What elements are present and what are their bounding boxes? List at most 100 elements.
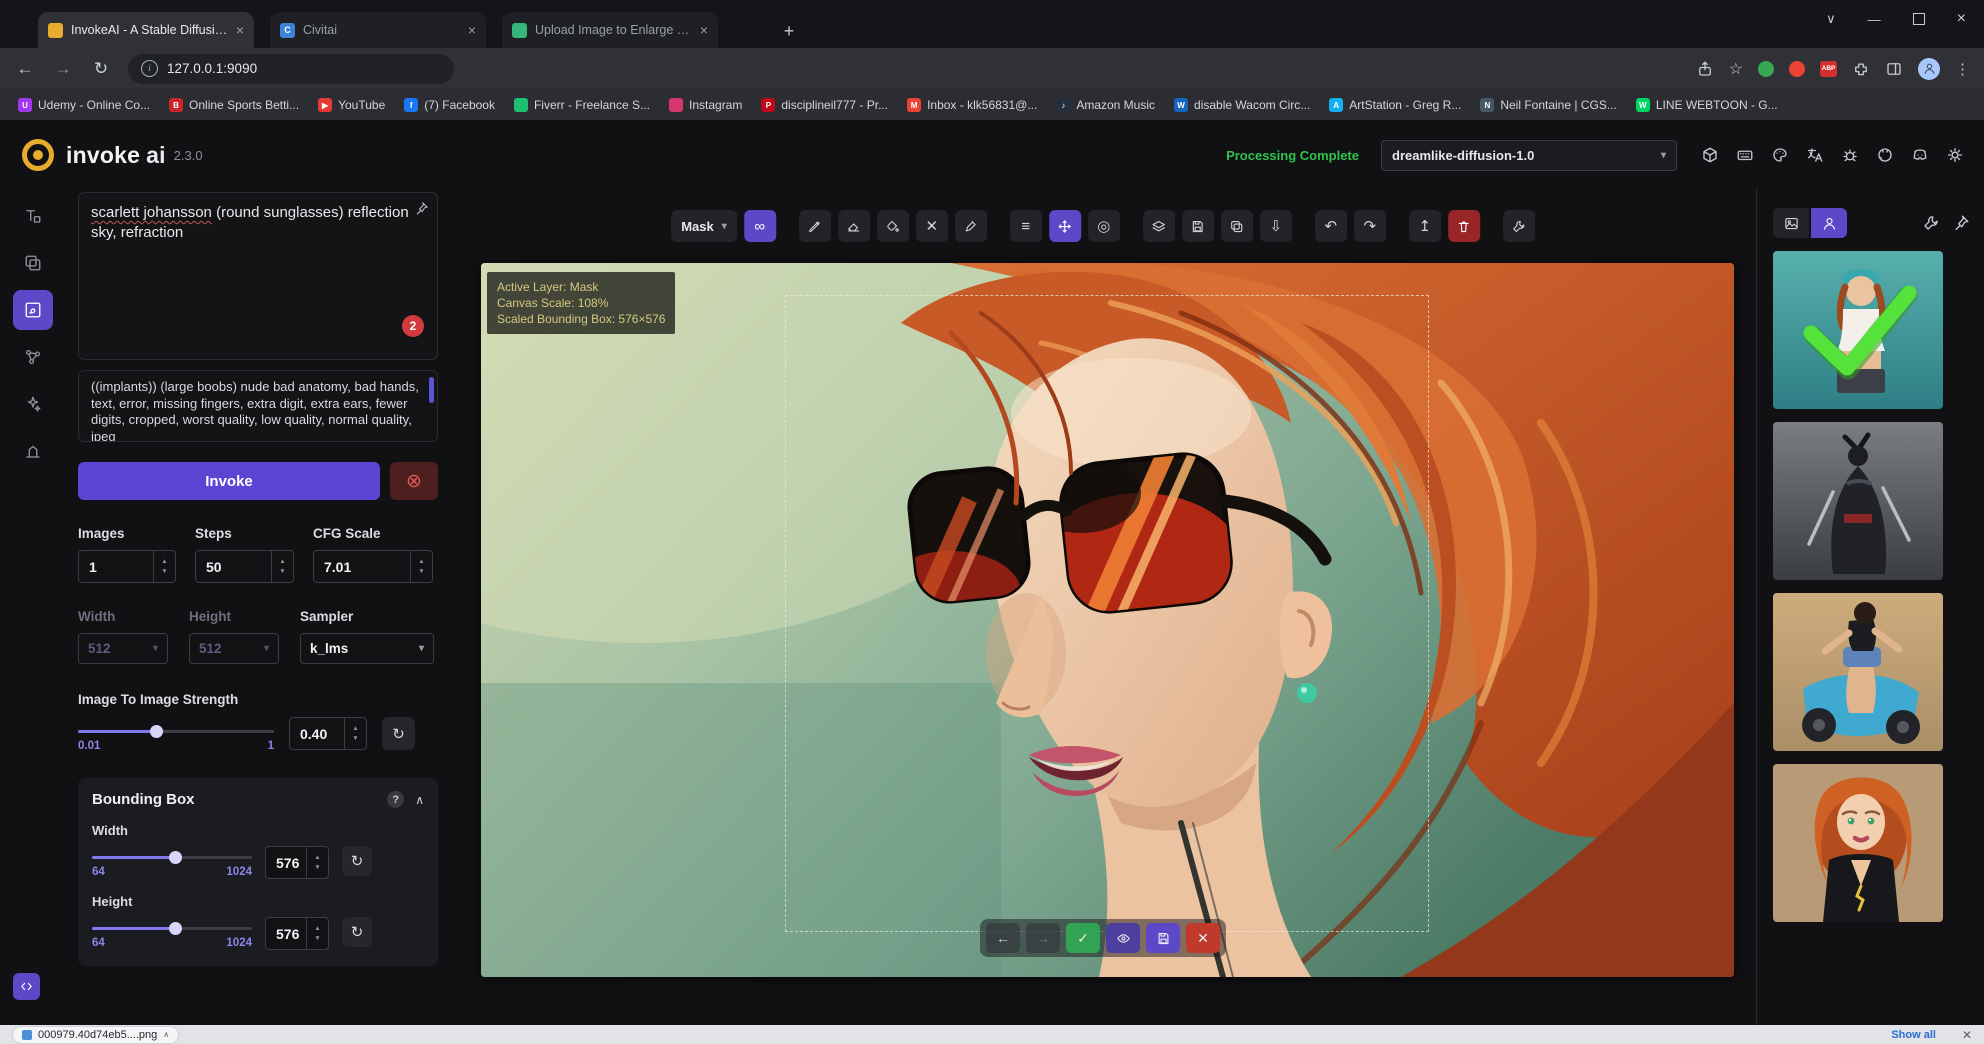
pin-gallery-icon[interactable] <box>1952 214 1970 232</box>
sampler-select[interactable]: k_lms▾ <box>300 633 434 664</box>
language-icon[interactable] <box>1806 146 1824 164</box>
height-select[interactable]: 512▾ <box>189 633 279 664</box>
bookmark-item[interactable]: f(7) Facebook <box>404 98 495 112</box>
tab-text-to-image[interactable] <box>13 196 53 236</box>
bookmark-item[interactable]: BOnline Sports Betti... <box>169 98 299 112</box>
cfg-scale-input[interactable]: 7.01 ▲▼ <box>313 550 433 583</box>
gallery-thumbnail[interactable] <box>1773 593 1943 751</box>
bounding-box-overlay[interactable] <box>785 295 1429 932</box>
strength-slider-handle[interactable] <box>150 725 163 738</box>
tab-invokeai[interactable]: InvokeAI - A Stable Diffusion Too × <box>38 12 254 48</box>
preserve-mask-button[interactable]: ∞ <box>744 210 776 242</box>
discord-icon[interactable] <box>1911 146 1929 164</box>
bookmark-item[interactable]: ♪Amazon Music <box>1056 98 1155 112</box>
show-all-downloads-button[interactable]: Show all <box>1891 1029 1936 1041</box>
back-icon[interactable]: ← <box>14 59 36 79</box>
bookmark-item[interactable]: Instagram <box>669 98 742 112</box>
extension-red-icon[interactable] <box>1789 61 1805 77</box>
bbox-height-reset-button[interactable]: ↻ <box>342 917 372 947</box>
discard-image-button[interactable]: ✕ <box>1186 923 1220 953</box>
upload-image-button[interactable]: ↥ <box>1409 210 1441 242</box>
window-close-icon[interactable]: × <box>1957 10 1966 28</box>
bbox-width-slider[interactable]: 641024 <box>92 846 252 878</box>
gallery-thumbnail-selected[interactable] <box>1773 251 1943 409</box>
bbox-height-slider[interactable]: 641024 <box>92 917 252 949</box>
redo-button[interactable]: ↷ <box>1354 210 1386 242</box>
gallery-user-toggle[interactable] <box>1811 208 1847 238</box>
clear-mask-button[interactable]: ✕ <box>916 210 948 242</box>
tab-nodes[interactable] <box>13 337 53 377</box>
extension-abp-icon[interactable]: ABP <box>1820 61 1837 77</box>
tab-close-icon[interactable]: × <box>700 22 708 38</box>
toggle-console-button[interactable] <box>13 973 40 1000</box>
forward-icon[interactable]: → <box>52 59 74 79</box>
next-image-button[interactable]: → <box>1026 923 1060 953</box>
tab-training[interactable] <box>13 431 53 471</box>
undo-button[interactable]: ↶ <box>1315 210 1347 242</box>
bookmark-item[interactable]: Fiverr - Freelance S... <box>514 98 650 112</box>
profile-avatar[interactable] <box>1918 58 1940 80</box>
bbox-width-slider-handle[interactable] <box>169 851 182 864</box>
save-to-gallery-button[interactable] <box>1182 210 1214 242</box>
tab-civitai[interactable]: C Civitai × <box>270 12 486 48</box>
site-info-icon[interactable]: i <box>141 60 158 77</box>
gallery-settings-icon[interactable] <box>1922 214 1940 232</box>
pin-icon[interactable] <box>414 201 429 216</box>
model-select[interactable]: dreamlike-diffusion-1.0 ▾ <box>1381 140 1677 171</box>
tab-image-to-image[interactable] <box>13 243 53 283</box>
tab-upload-image[interactable]: Upload Image to Enlarge & Enha × <box>502 12 718 48</box>
save-staging-button[interactable] <box>1146 923 1180 953</box>
layer-select[interactable]: Mask ▾ <box>671 210 737 242</box>
github-icon[interactable] <box>1876 146 1894 164</box>
url-bar[interactable]: i 127.0.0.1:9090 <box>128 54 454 84</box>
download-item[interactable]: 000979.40d74eb5....png ∧ <box>12 1026 179 1044</box>
gallery-images-toggle[interactable] <box>1773 208 1809 238</box>
gallery-thumbnail[interactable] <box>1773 764 1943 922</box>
strength-stepper[interactable]: ▲▼ <box>344 718 366 749</box>
bbox-width-input[interactable]: 576 ▲▼ <box>265 846 329 879</box>
accept-image-button[interactable]: ✓ <box>1066 923 1100 953</box>
bbox-width-reset-button[interactable]: ↻ <box>342 846 372 876</box>
clear-canvas-button[interactable] <box>1448 210 1480 242</box>
images-stepper[interactable]: ▲▼ <box>153 551 175 582</box>
help-icon[interactable]: ? <box>387 791 404 808</box>
bbox-height-stepper[interactable]: ▲▼ <box>306 918 328 949</box>
bug-report-icon[interactable] <box>1841 146 1859 164</box>
strength-input[interactable]: 0.40 ▲▼ <box>289 717 367 750</box>
share-icon[interactable] <box>1696 60 1714 78</box>
width-select[interactable]: 512▾ <box>78 633 168 664</box>
gallery-thumbnail[interactable] <box>1773 422 1943 580</box>
settings-gear-icon[interactable] <box>1946 146 1964 164</box>
tab-close-icon[interactable]: × <box>468 22 476 38</box>
tab-close-icon[interactable]: × <box>236 22 244 38</box>
browser-menu-icon[interactable]: ⋮ <box>1955 60 1970 78</box>
bbox-height-input[interactable]: 576 ▲▼ <box>265 917 329 950</box>
tab-postprocessing[interactable] <box>13 384 53 424</box>
download-image-button[interactable]: ⇩ <box>1260 210 1292 242</box>
steps-input[interactable]: 50 ▲▼ <box>195 550 294 583</box>
fill-tool-button[interactable] <box>877 210 909 242</box>
show-hide-staging-button[interactable] <box>1106 923 1140 953</box>
strength-slider[interactable]: 0.011 <box>78 717 274 752</box>
strength-reset-button[interactable]: ↻ <box>382 717 415 750</box>
hotkeys-icon[interactable] <box>1736 146 1754 164</box>
window-minimize-icon[interactable]: — <box>1868 12 1881 27</box>
images-input[interactable]: 1 ▲▼ <box>78 550 176 583</box>
reset-view-button[interactable]: ◎ <box>1088 210 1120 242</box>
cancel-button[interactable]: ⊗ <box>390 462 438 500</box>
theme-icon[interactable] <box>1771 146 1789 164</box>
prompt-input[interactable]: scarlett johansson (round sunglasses) re… <box>78 192 438 360</box>
scrollbar-thumb[interactable] <box>429 377 434 403</box>
new-tab-button[interactable]: + <box>776 18 802 44</box>
extensions-puzzle-icon[interactable] <box>1852 60 1870 78</box>
sidebar-toggle-icon[interactable] <box>1885 60 1903 78</box>
bookmark-item[interactable]: Wdisable Wacom Circ... <box>1174 98 1310 112</box>
bbox-height-slider-handle[interactable] <box>169 922 182 935</box>
close-download-bar-icon[interactable]: ✕ <box>1962 1028 1972 1042</box>
bookmark-star-icon[interactable]: ☆ <box>1729 59 1743 79</box>
brush-tool-button[interactable] <box>799 210 831 242</box>
tab-unified-canvas[interactable] <box>13 290 53 330</box>
bookmark-item[interactable]: Pdisciplineil777 - Pr... <box>761 98 888 112</box>
brush-options-button[interactable]: ≡ <box>1010 210 1042 242</box>
copy-image-button[interactable] <box>1221 210 1253 242</box>
